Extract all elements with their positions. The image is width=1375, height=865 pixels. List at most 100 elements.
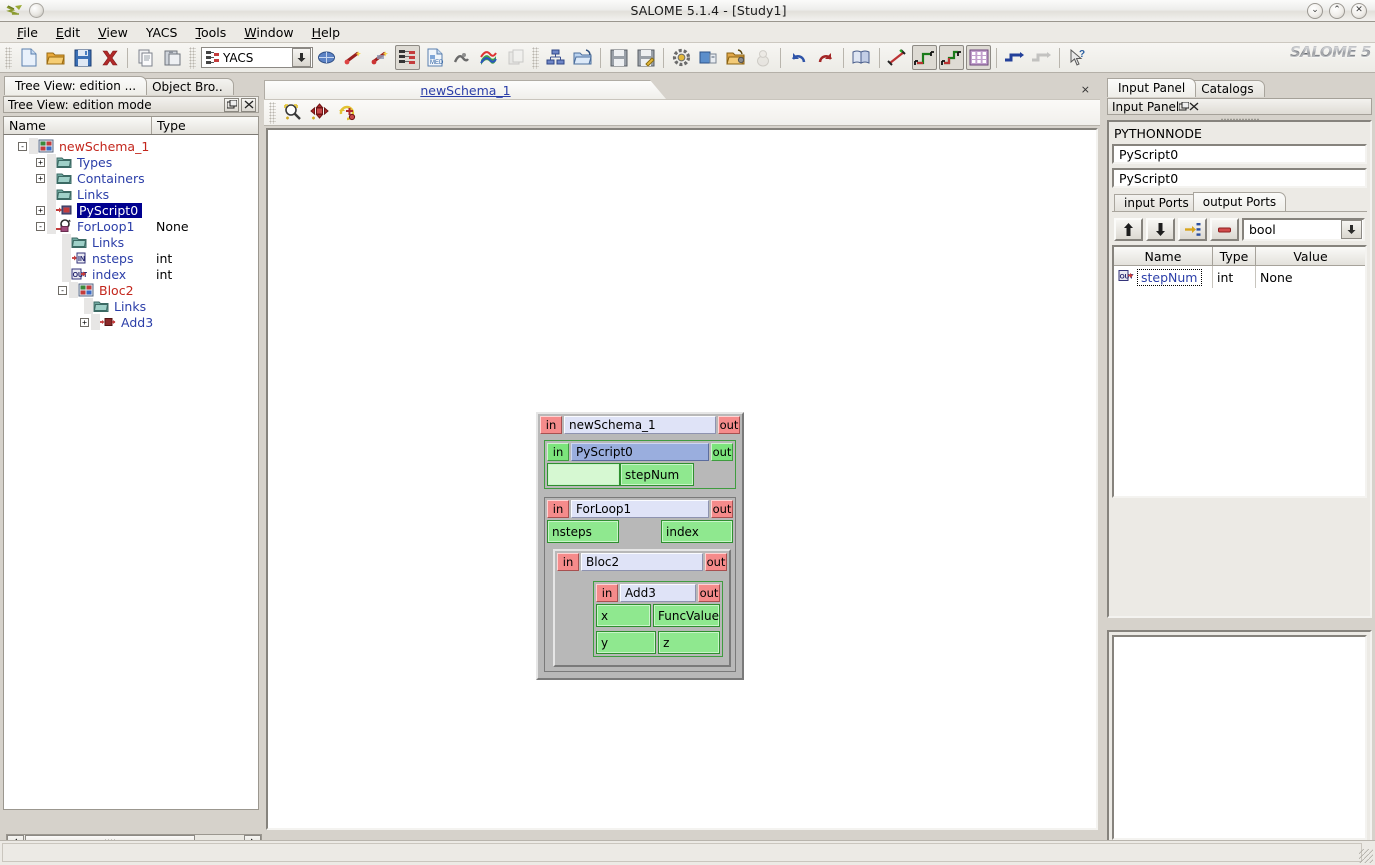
tree-item-links-forloop[interactable]: Links (4, 234, 258, 250)
copy-icon[interactable] (133, 45, 158, 70)
save-file-icon[interactable] (70, 45, 95, 70)
tree-item-links-root[interactable]: Links (4, 186, 258, 202)
tree-item-links-bloc2[interactable]: Links (4, 298, 258, 314)
node-header-forloop1[interactable]: in ForLoop1 out (545, 498, 735, 520)
tab-input-ports[interactable]: input Ports (1114, 194, 1199, 211)
redo-icon[interactable] (813, 45, 838, 70)
ports-cell-value[interactable]: None (1256, 266, 1365, 288)
ports-cell-name[interactable]: OUT stepNum (1114, 266, 1213, 288)
ports-column-value[interactable]: Value (1256, 247, 1365, 266)
expander-types[interactable]: + (36, 157, 45, 167)
tab-input-panel[interactable]: Input Panel (1107, 78, 1197, 97)
ports-cell-type[interactable]: int (1213, 266, 1256, 288)
out-port-badge-forloop1[interactable]: out (711, 500, 733, 518)
toolbar-grip-3[interactable] (532, 46, 539, 69)
node-header-bloc2[interactable]: in Bloc2 out (555, 551, 729, 573)
menu-tools[interactable]: Tools (186, 23, 235, 42)
tab-object-browser[interactable]: Object Bro.. (141, 78, 234, 95)
graph-node-newschema1[interactable]: in newSchema_1 out in PyScript0 out step… (536, 412, 744, 680)
close-icon[interactable] (1189, 100, 1199, 114)
tree-item-pyscript0[interactable]: + PyScript0 (4, 202, 258, 218)
in-port-badge-pyscript0[interactable]: in (547, 443, 569, 461)
port-cell-empty-pyscript0[interactable] (547, 463, 620, 486)
delete-icon[interactable] (97, 45, 122, 70)
close-button[interactable]: ✕ (1351, 2, 1367, 19)
paste-icon[interactable] (160, 45, 185, 70)
port-cell-y[interactable]: y (596, 631, 657, 654)
port-type-arrow-icon[interactable] (1341, 220, 1362, 239)
node-header-add3[interactable]: in Add3 out (594, 582, 722, 604)
out-port-badge-pyscript0[interactable]: out (711, 443, 733, 461)
component-icon[interactable] (503, 45, 528, 70)
undock-icon[interactable] (1178, 100, 1190, 114)
maximize-button[interactable]: ⌃ (1329, 2, 1345, 19)
view-close-icon[interactable]: ⨯ (1081, 83, 1090, 96)
tree-item-containers[interactable]: + Containers (4, 170, 258, 186)
port-cell-stepnum[interactable]: stepNum (620, 463, 694, 486)
import-schema-icon[interactable] (570, 45, 595, 70)
tree-item-index[interactable]: OUT index int (4, 266, 258, 282)
med-file-icon[interactable]: MED (422, 45, 447, 70)
in-port-badge-newschema1[interactable]: in (540, 416, 562, 434)
undock-icon[interactable] (224, 97, 239, 112)
menu-file[interactable]: File (8, 23, 47, 42)
zigzag-gray-icon[interactable] (1029, 45, 1054, 70)
save-schema-icon[interactable] (606, 45, 631, 70)
port-cell-funcvalue[interactable]: FuncValue (652, 604, 720, 627)
ports-column-type[interactable]: Type (1213, 247, 1256, 266)
grid-icon[interactable] (966, 45, 991, 70)
node-icon[interactable] (750, 45, 775, 70)
port-cell-z[interactable]: z (658, 631, 720, 654)
menu-view[interactable]: View (89, 23, 137, 42)
graph-node-forloop1[interactable]: in ForLoop1 out nsteps index in Bloc2 ou… (544, 497, 736, 672)
script-editor-area[interactable] (1112, 635, 1367, 840)
node-title-pyscript0[interactable]: PyScript0 (571, 443, 709, 461)
node-header-pyscript0[interactable]: in PyScript0 out (545, 441, 735, 463)
tab-tree-view-edition[interactable]: Tree View: edition ... (4, 76, 148, 95)
link-orthogonal-icon[interactable] (912, 45, 937, 70)
ports-table-empty-area[interactable] (1114, 288, 1365, 496)
tab-catalogs[interactable]: Catalogs (1190, 80, 1265, 97)
link-straight-icon[interactable] (885, 45, 910, 70)
graph-icon[interactable] (543, 45, 568, 70)
container-icon[interactable] (696, 45, 721, 70)
node-title-add3[interactable]: Add3 (620, 584, 696, 602)
column-header-type[interactable]: Type (152, 117, 258, 134)
toolbar-grip-2[interactable] (189, 46, 196, 69)
node-title-newschema1[interactable]: newSchema_1 (564, 416, 716, 434)
menu-yacs[interactable]: YACS (137, 23, 187, 42)
expander-containers[interactable]: + (36, 173, 45, 183)
expander-forloop1[interactable]: - (36, 221, 45, 231)
tab-output-ports[interactable]: output Ports (1192, 192, 1287, 211)
close-icon[interactable] (241, 97, 256, 112)
menu-edit[interactable]: Edit (47, 23, 89, 42)
pan-icon[interactable] (307, 100, 332, 125)
tree-item-nsteps[interactable]: IN nsteps int (4, 250, 258, 266)
tree-item-bloc2[interactable]: - Bloc2 (4, 282, 258, 298)
in-port-badge-forloop1[interactable]: in (547, 500, 569, 518)
in-port-badge-bloc2[interactable]: in (557, 553, 579, 571)
view-toolbar-grip[interactable] (269, 101, 276, 124)
column-header-name[interactable]: Name (4, 117, 152, 134)
zigzag-blue-icon[interactable] (1002, 45, 1027, 70)
whats-this-icon[interactable]: ? (1065, 45, 1090, 70)
node-name-field[interactable]: PyScript0 (1112, 144, 1367, 164)
out-port-badge-newschema1[interactable]: out (718, 416, 740, 434)
in-port-badge-add3[interactable]: in (596, 584, 618, 602)
geometry-icon[interactable] (341, 45, 366, 70)
menu-help[interactable]: Help (303, 23, 350, 42)
out-port-badge-bloc2[interactable]: out (705, 553, 727, 571)
resize-grip-icon[interactable] (1359, 849, 1373, 863)
toolbar-grip-1[interactable] (5, 46, 12, 69)
view-tab-newschema1[interactable]: newSchema_1 (264, 80, 666, 99)
settings-icon[interactable] (669, 45, 694, 70)
undo-icon[interactable] (786, 45, 811, 70)
module-selector-arrow-icon[interactable] (292, 48, 311, 67)
smesh-icon[interactable] (449, 45, 474, 70)
node-title-forloop1[interactable]: ForLoop1 (571, 500, 709, 518)
table-row[interactable]: OUT stepNum int None (1114, 266, 1365, 288)
zoom-icon[interactable] (280, 100, 305, 125)
menu-window[interactable]: Window (235, 23, 302, 42)
port-cell-x[interactable]: x (596, 604, 651, 627)
expander-newschema1[interactable]: - (18, 141, 27, 151)
